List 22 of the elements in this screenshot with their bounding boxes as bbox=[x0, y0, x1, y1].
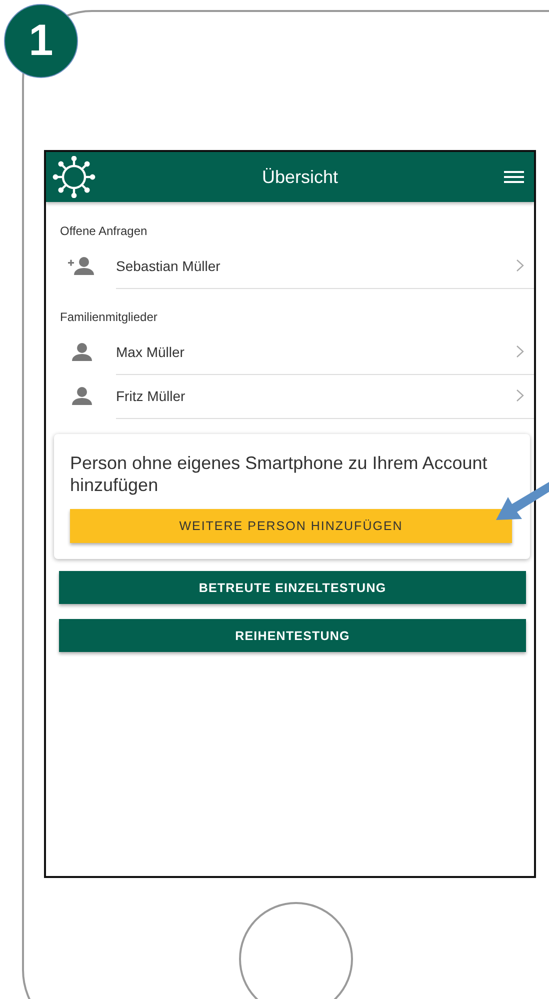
person-icon bbox=[70, 342, 92, 362]
action-button[interactable]: REIHENTESTUNG bbox=[59, 619, 526, 652]
person-name: Fritz Müller bbox=[116, 388, 186, 404]
list-item[interactable]: Fritz Müller bbox=[116, 374, 534, 418]
chevron-icon bbox=[516, 345, 524, 358]
step-badge: 1 bbox=[4, 4, 78, 78]
menu-icon[interactable] bbox=[504, 170, 524, 184]
person-name: Sebastian Müller bbox=[116, 258, 220, 274]
chevron-icon bbox=[516, 389, 524, 402]
header-title: Übersicht bbox=[262, 166, 338, 188]
list-item[interactable]: Sebastian Müller bbox=[116, 244, 534, 288]
add-person-button[interactable]: WEITERE PERSON HINZUFÜGEN bbox=[70, 509, 512, 543]
person-icon bbox=[70, 386, 92, 406]
card-text: Person ohne eigenes Smartphone zu Ihrem Account hinzufügen bbox=[70, 452, 488, 496]
action-button[interactable]: BETREUTE EINZELTESTUNG bbox=[59, 571, 526, 604]
virus-icon bbox=[52, 156, 96, 198]
add-person-icon bbox=[68, 256, 94, 276]
person-name: Max Müller bbox=[116, 344, 184, 360]
section-label: Offene Anfragen bbox=[59, 223, 148, 238]
section-label: Familienmitglieder bbox=[59, 309, 158, 324]
chevron-icon bbox=[516, 259, 524, 272]
list-item[interactable]: Max Müller bbox=[116, 330, 534, 374]
